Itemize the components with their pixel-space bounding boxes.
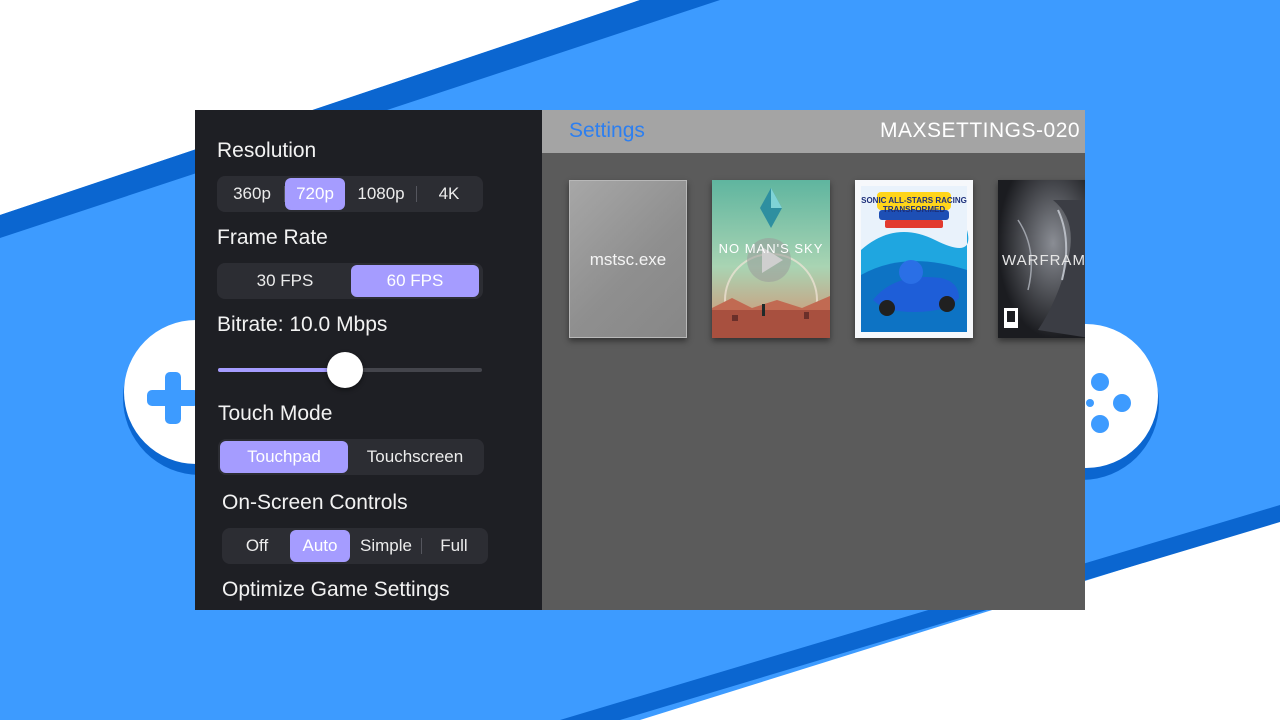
onscreen-controls-title: On-Screen Controls	[222, 491, 408, 514]
no-mans-sky-cover-text: NO MAN'S SKY	[718, 241, 824, 256]
bitrate-slider-fill	[218, 368, 345, 372]
app-tile-mstsc[interactable]: mstsc.exe	[569, 180, 687, 338]
no-mans-sky-cover-icon	[712, 180, 830, 338]
resolution-option-720p[interactable]: 720p	[285, 178, 345, 210]
touch-mode-option-touchscreen[interactable]: Touchscreen	[348, 441, 482, 473]
touch-mode-title: Touch Mode	[218, 402, 333, 425]
controls-option-simple[interactable]: Simple	[350, 530, 422, 562]
controls-option-full[interactable]: Full	[422, 530, 486, 562]
bitrate-slider[interactable]	[218, 352, 482, 388]
navigation-bar: Settings MAXSETTINGS-020	[542, 110, 1085, 153]
host-name-title: MAXSETTINGS-020	[880, 119, 1081, 142]
controls-option-auto[interactable]: Auto	[290, 530, 350, 562]
onscreen-controls-selector: Off Auto Simple Full	[222, 528, 488, 564]
frame-rate-title: Frame Rate	[217, 226, 328, 249]
optimize-game-settings-title[interactable]: Optimize Game Settings	[222, 578, 450, 602]
resolution-title: Resolution	[217, 139, 317, 162]
warframe-cover-text: WARFRAME	[1002, 252, 1085, 269]
sonic-cover-text: SONIC ALL-STARS RACING TRANSFORMED	[861, 196, 967, 214]
resolution-option-360p[interactable]: 360p	[219, 178, 285, 210]
resolution-option-4k[interactable]: 4K	[417, 178, 481, 210]
app-tile-label: mstsc.exe	[589, 250, 667, 269]
resolution-option-1080p[interactable]: 1080p	[345, 178, 417, 210]
app-tile-sonic-racing[interactable]: SONIC ALL-STARS RACING TRANSFORMED	[855, 180, 973, 338]
frame-rate-option-60[interactable]: 60 FPS	[351, 265, 479, 297]
app-tile-no-mans-sky[interactable]: NO MAN'S SKY	[712, 180, 830, 338]
touch-mode-option-touchpad[interactable]: Touchpad	[220, 441, 348, 473]
frame-rate-option-30[interactable]: 30 FPS	[219, 265, 351, 297]
settings-button[interactable]: Settings	[569, 119, 645, 143]
controls-option-off[interactable]: Off	[224, 530, 290, 562]
app-tile-warframe[interactable]: WARFRAME	[998, 180, 1085, 338]
resolution-selector: 360p 720p 1080p 4K	[217, 176, 483, 212]
touch-mode-selector: Touchpad Touchscreen	[218, 439, 484, 475]
app-window: Resolution 360p 720p 1080p 4K Frame Rate…	[195, 110, 1085, 610]
frame-rate-selector: 30 FPS 60 FPS	[217, 263, 483, 299]
settings-sidebar: Resolution 360p 720p 1080p 4K Frame Rate…	[195, 110, 542, 610]
bitrate-slider-knob[interactable]	[326, 352, 363, 388]
bitrate-title: Bitrate: 10.0 Mbps	[217, 313, 388, 336]
